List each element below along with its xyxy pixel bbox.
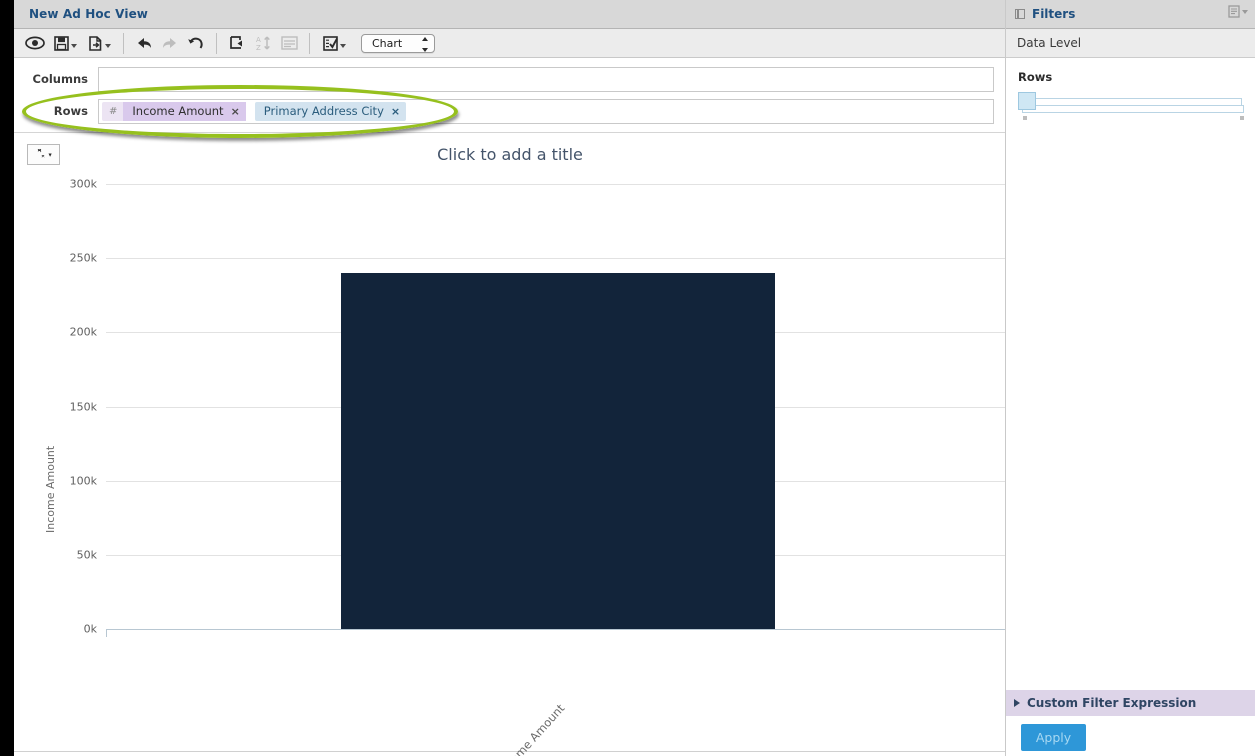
y-tick-label: 150k: [69, 400, 97, 414]
x-tick-label: Income Amount: [496, 701, 568, 756]
slider-track-lower[interactable]: [1022, 105, 1244, 113]
chart-type-select[interactable]: Chart: [361, 33, 435, 53]
rows-shelf: Rows # Income Amount × Primary Address C…: [14, 96, 1006, 126]
measure-hash-icon: #: [109, 105, 118, 117]
filters-header: Filters: [1006, 0, 1255, 29]
columns-shelf: Columns: [14, 64, 1006, 94]
y-axis-title: Income Amount: [44, 445, 57, 533]
filters-body: Rows: [1006, 58, 1255, 120]
undo-icon[interactable]: [131, 32, 157, 55]
table-view-icon: [276, 32, 302, 55]
toolbar-separator: [309, 32, 310, 54]
chart-type-select-value: Chart: [372, 36, 403, 50]
data-level-label: Data Level: [1017, 36, 1082, 50]
view-title-bar: New Ad Hoc View: [14, 0, 1006, 29]
data-level-row[interactable]: Data Level: [1006, 29, 1255, 58]
x-axis-tick: [106, 629, 107, 637]
save-icon[interactable]: [48, 32, 82, 55]
page-title: New Ad Hoc View: [29, 7, 148, 21]
field-remove-icon[interactable]: ×: [231, 106, 240, 117]
svg-text:Z: Z: [256, 44, 261, 51]
shelf-area: Columns Rows # Income Amount × Primary A…: [14, 58, 1006, 126]
apply-button[interactable]: Apply: [1021, 724, 1086, 751]
filter-group-title-rows: Rows: [1018, 70, 1053, 84]
toolbar-separator: [216, 32, 217, 54]
export-icon[interactable]: [82, 32, 116, 55]
switch-group-icon[interactable]: [224, 32, 250, 55]
y-tick-label: 50k: [76, 548, 97, 562]
slider-handle[interactable]: [1018, 92, 1036, 110]
y-tick-label: 300k: [69, 177, 97, 191]
redo-icon: [157, 32, 183, 55]
y-tick-label: 200k: [69, 325, 97, 339]
gridline: [106, 184, 1009, 185]
ad-hoc-view-app: New Ad Hoc View A Z Chart Columns Rows #…: [0, 0, 1255, 756]
toolbar-separator: [123, 32, 124, 54]
field-pill-primary-address-city[interactable]: Primary Address City ×: [254, 101, 407, 121]
filters-panel: Filters Data Level Rows Custom Filter Ex…: [1006, 0, 1255, 756]
main-toolbar: A Z Chart: [14, 29, 1006, 58]
filters-menu-icon[interactable]: [1228, 5, 1248, 18]
gridline: [106, 258, 1009, 260]
custom-filter-expression-label: Custom Filter Expression: [1027, 696, 1197, 710]
left-rail: [0, 0, 14, 756]
rows-shelf-dropzone[interactable]: # Income Amount × Primary Address City ×: [98, 98, 994, 124]
columns-shelf-dropzone[interactable]: [98, 66, 994, 92]
y-tick-label: 250k: [69, 251, 97, 265]
custom-filter-expression-bar[interactable]: Custom Filter Expression: [1006, 690, 1255, 716]
filters-title: Filters: [1032, 7, 1076, 21]
rows-level-slider[interactable]: [1018, 92, 1244, 120]
y-tick-label: 100k: [69, 474, 97, 488]
x-axis-line: [106, 629, 1009, 630]
y-tick-label: 0k: [83, 622, 97, 636]
revert-icon[interactable]: [183, 32, 209, 55]
select-columns-caret-icon[interactable]: [339, 43, 346, 48]
field-pill-income-amount[interactable]: Income Amount ×: [123, 101, 246, 121]
save-caret-icon[interactable]: [70, 43, 77, 48]
chart-panel: Click to add a title Income Amount 300k …: [14, 132, 1009, 756]
svg-text:A: A: [256, 36, 261, 44]
preview-eye-icon[interactable]: [22, 32, 48, 55]
field-pill-label: Income Amount: [132, 104, 224, 118]
sort-az-icon: A Z: [250, 32, 276, 55]
export-caret-icon[interactable]: [104, 43, 111, 48]
bar-totals-income-amount[interactable]: [341, 273, 775, 629]
panel-collapse-icon[interactable]: [1015, 9, 1025, 19]
expand-triangle-icon[interactable]: [1014, 699, 1020, 707]
columns-shelf-label: Columns: [32, 72, 88, 86]
chart-title-placeholder[interactable]: Click to add a title: [14, 145, 1006, 164]
field-remove-icon[interactable]: ×: [391, 106, 400, 117]
field-pill-label: Primary Address City: [263, 104, 384, 118]
plot-area: 300k 250k 200k 150k 100k 50k 0k: [70, 178, 1009, 637]
main-region: New Ad Hoc View A Z Chart Columns Rows #…: [14, 0, 1009, 756]
filters-menu-caret-icon[interactable]: [1242, 10, 1248, 14]
select-columns-icon[interactable]: [317, 32, 351, 55]
chart-type-select-spinner-icon: [421, 36, 428, 52]
rows-shelf-label: Rows: [53, 104, 88, 118]
rows-measure-group: # Income Amount ×: [102, 101, 246, 121]
